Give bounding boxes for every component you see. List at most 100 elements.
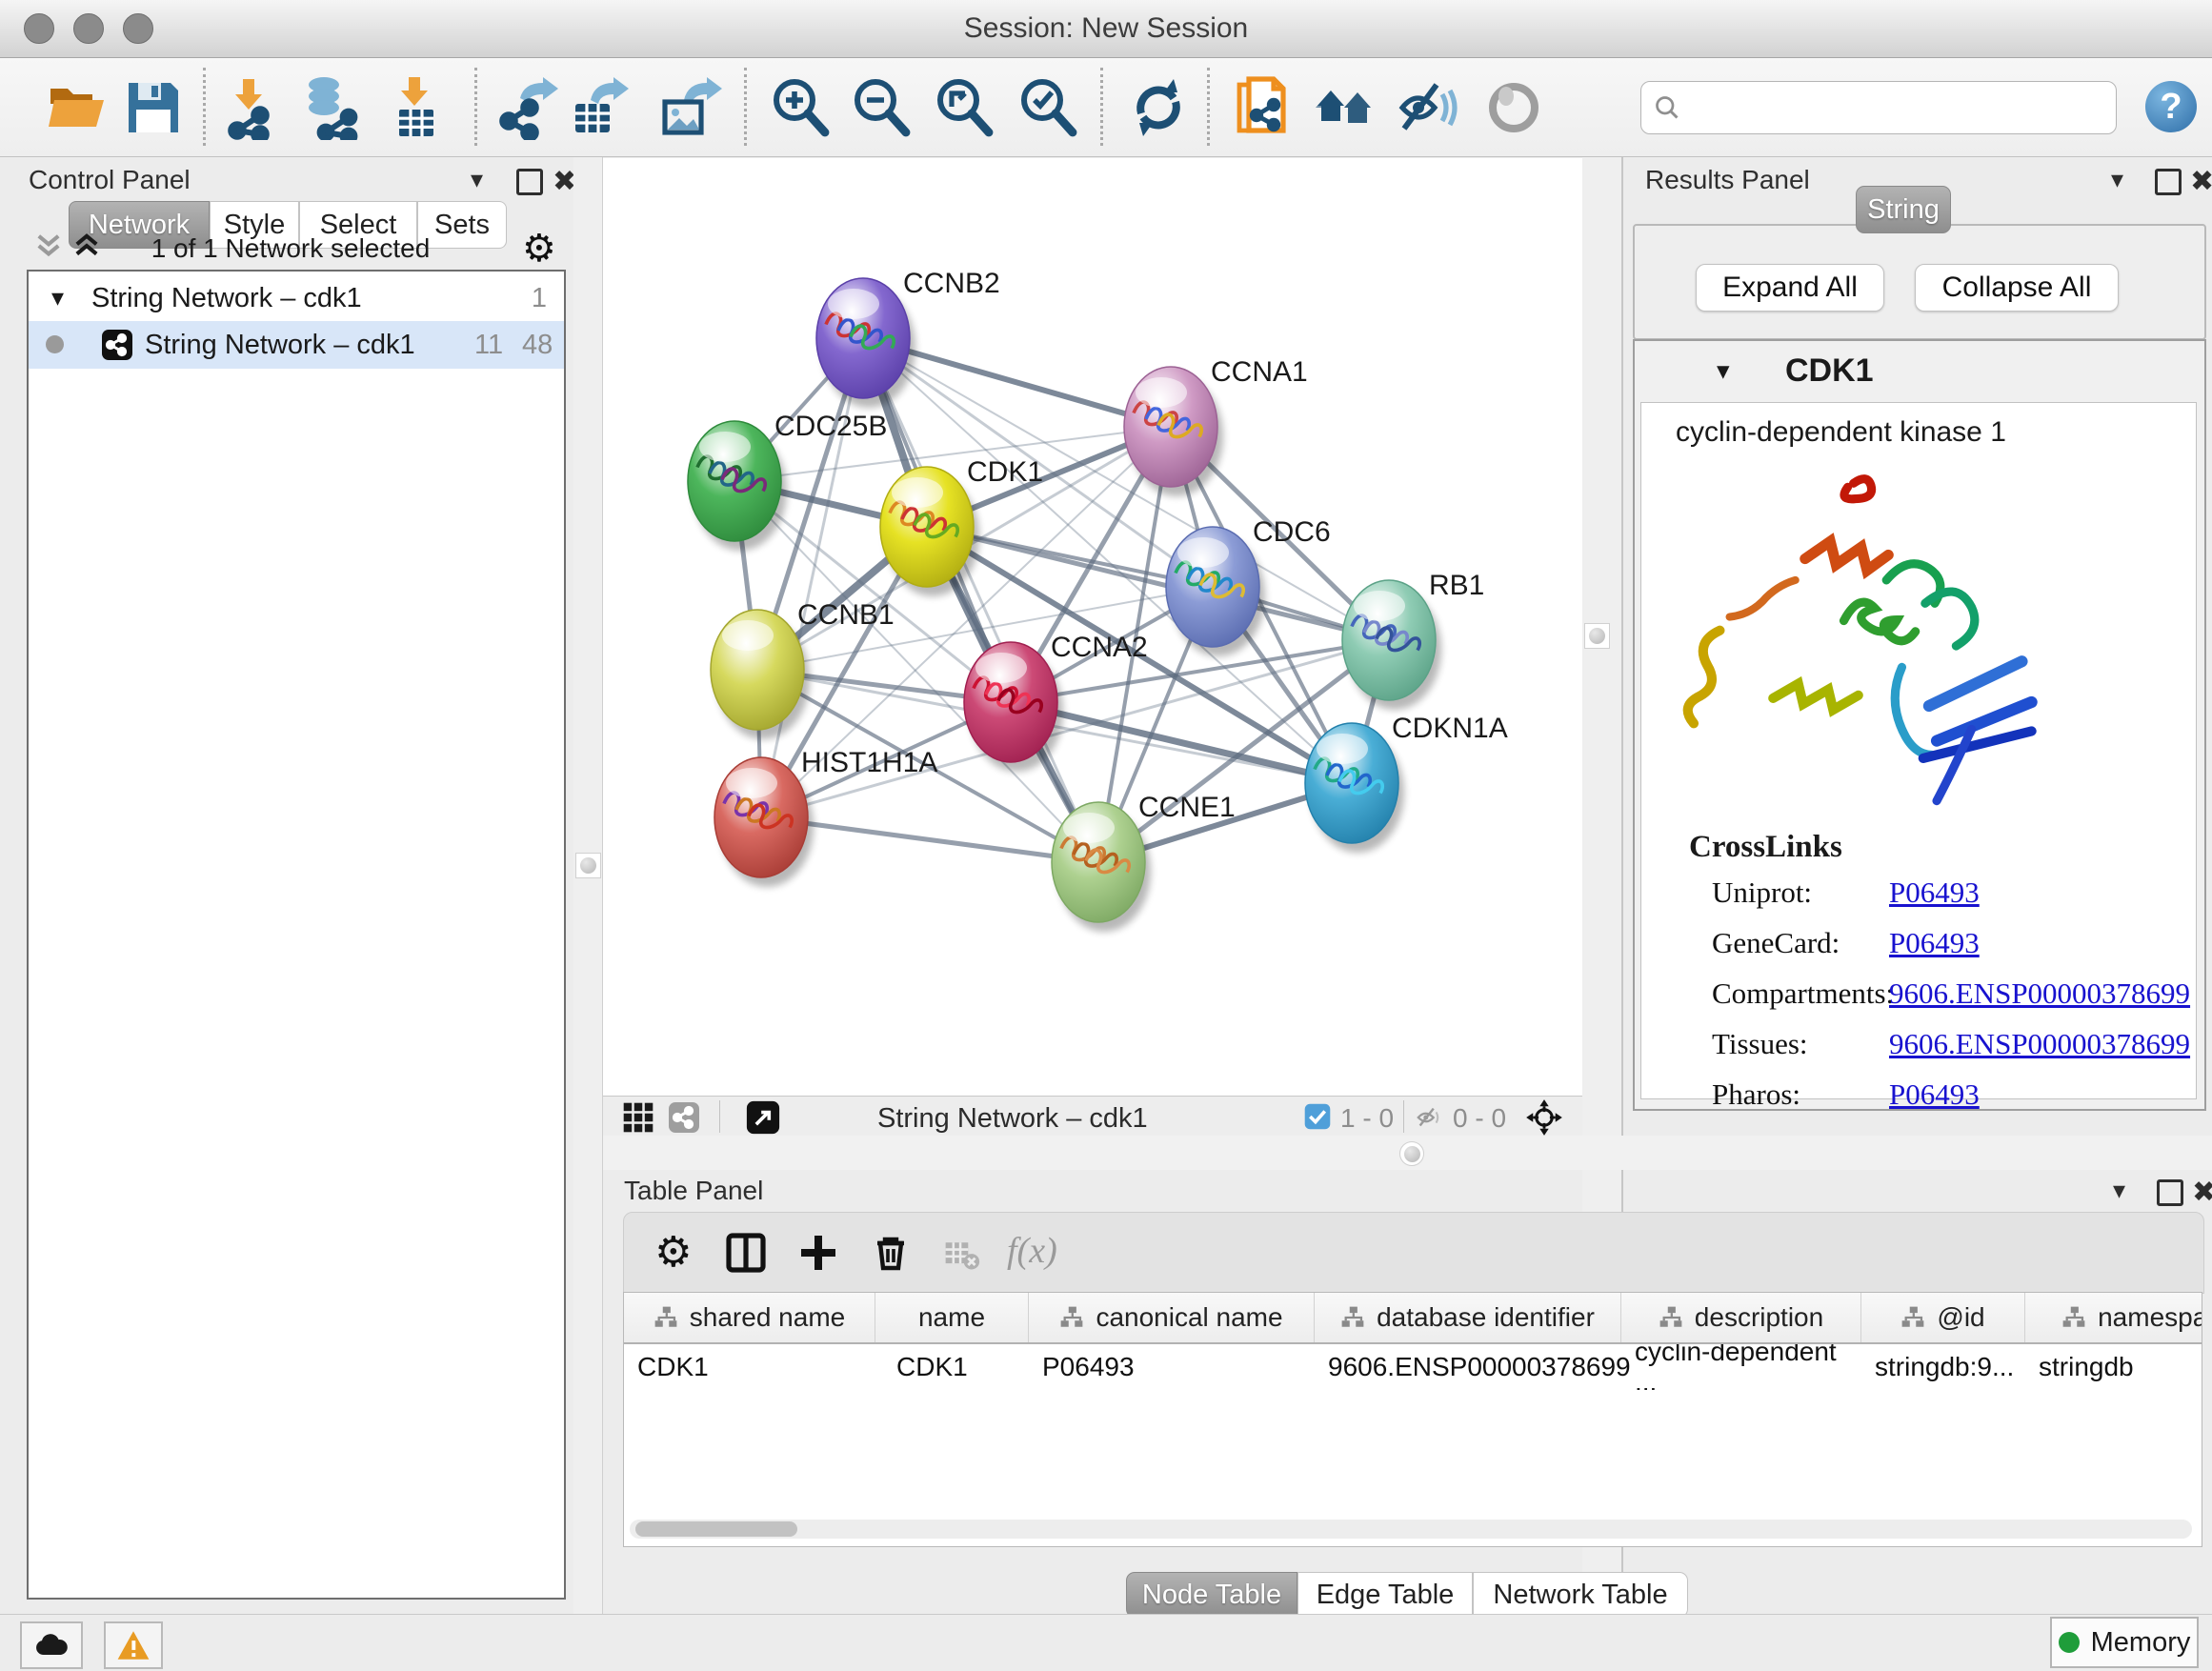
network-node-CDC6[interactable]: CDC6 — [1166, 516, 1331, 656]
network-options-gear-icon[interactable]: ⚙ — [522, 230, 556, 268]
network-node-CDKN1A[interactable]: CDKN1A — [1305, 713, 1508, 853]
collapse-all-button[interactable]: Collapse All — [1915, 264, 2119, 312]
export-network-icon[interactable] — [497, 75, 562, 140]
import-network-file-icon[interactable] — [222, 75, 287, 140]
grid-view-icon[interactable] — [622, 1101, 654, 1134]
network-node-CCNB1[interactable]: CCNB1 — [711, 599, 895, 739]
delete-table-icon[interactable] — [942, 1236, 980, 1274]
export-image-icon[interactable] — [657, 75, 722, 140]
fit-content-crosshair-icon[interactable] — [1525, 1098, 1563, 1137]
crosslink-value-link[interactable]: P06493 — [1889, 926, 1980, 960]
column-header-namespace[interactable]: namespace — [2025, 1293, 2202, 1342]
crosslink-row: GeneCard:P06493 — [1712, 926, 2169, 960]
network-node-CCNE1[interactable]: CCNE1 — [1052, 792, 1236, 932]
document-share-icon[interactable] — [1232, 75, 1297, 140]
panel-float-icon[interactable]: ▾ — [471, 165, 483, 194]
network-node-count: 11 — [474, 330, 503, 361]
panel-undock-icon[interactable] — [2155, 169, 2182, 195]
add-column-icon[interactable] — [797, 1232, 839, 1274]
network-collection-row[interactable]: ▾ String Network – cdk1 1 — [29, 275, 564, 321]
hide-graphics-details-icon[interactable] — [1395, 75, 1459, 140]
search-input[interactable] — [1640, 81, 2117, 134]
table-cell[interactable]: stringdb:9... — [1861, 1344, 2025, 1390]
network-node-HIST1H1A[interactable]: HIST1H1A — [714, 747, 937, 887]
tab-string[interactable]: String — [1856, 186, 1951, 233]
window-title: Session: New Session — [0, 12, 2212, 45]
column-header-name[interactable]: name — [875, 1293, 1029, 1342]
grey-orb-icon[interactable] — [1481, 75, 1546, 140]
delete-column-icon[interactable] — [870, 1232, 912, 1274]
panel-float-icon[interactable]: ▾ — [2111, 165, 2123, 194]
crosslink-value-link[interactable]: P06493 — [1889, 1077, 1980, 1112]
home-networks-icon[interactable] — [1314, 75, 1378, 140]
network-view-icon[interactable] — [668, 1101, 700, 1134]
table-header-row: shared namenamecanonical namedatabase id… — [624, 1293, 2202, 1344]
network-edge-CCNB2-CCNE1[interactable] — [863, 338, 1098, 862]
expand-all-button[interactable]: Expand All — [1696, 264, 1884, 312]
splitter-handle[interactable] — [1399, 1141, 1424, 1166]
panel-undock-icon[interactable] — [516, 169, 543, 195]
panel-undock-icon[interactable] — [2157, 1179, 2183, 1206]
cloud-status-button[interactable] — [20, 1621, 83, 1669]
function-builder-icon[interactable]: f(x) — [1007, 1230, 1057, 1272]
import-table-icon[interactable] — [384, 75, 449, 140]
table-cell[interactable]: cyclin-dependent ... — [1621, 1344, 1861, 1390]
export-table-icon[interactable] — [568, 75, 633, 140]
tab-node-table[interactable]: Node Table — [1126, 1572, 1297, 1618]
warnings-button[interactable] — [104, 1621, 163, 1669]
panel-close-icon[interactable]: ✖ — [2190, 165, 2212, 198]
column-header-canonical-name[interactable]: canonical name — [1029, 1293, 1315, 1342]
crosslink-row: Tissues:9606.ENSP00000378699 — [1712, 1027, 2169, 1061]
show-columns-icon[interactable] — [725, 1232, 767, 1274]
crosslink-value-link[interactable]: 9606.ENSP00000378699 — [1889, 976, 2190, 1011]
column-header-database-identifier[interactable]: database identifier — [1315, 1293, 1621, 1342]
network-node-CDC25B[interactable]: CDC25B — [688, 411, 887, 551]
table-row[interactable]: CDK1CDK1P064939606.ENSP00000378699cyclin… — [624, 1344, 2202, 1390]
table-cell[interactable]: stringdb — [2025, 1344, 2202, 1390]
crosslink-value-link[interactable]: P06493 — [1889, 876, 1980, 910]
zoom-out-icon[interactable] — [849, 75, 914, 140]
zoom-in-icon[interactable] — [768, 75, 833, 140]
gene-expander-icon[interactable]: ▾ — [1717, 356, 1730, 386]
table-cell[interactable]: 9606.ENSP00000378699 — [1315, 1344, 1621, 1390]
network-canvas[interactable]: CCNB2 CCNA1 CDC25B CDK1 CDC6 — [603, 158, 1582, 1096]
horizontal-scrollbar[interactable] — [630, 1520, 2192, 1539]
vertical-splitter-left[interactable] — [573, 157, 603, 1614]
splitter-handle[interactable] — [575, 853, 601, 878]
collection-expander-icon[interactable]: ▾ — [51, 283, 64, 312]
network-row-selected[interactable]: String Network – cdk1 11 48 — [29, 321, 564, 369]
horizontal-splitter[interactable] — [603, 1136, 2212, 1170]
network-node-CCNA1[interactable]: CCNA1 — [1124, 356, 1308, 496]
open-session-icon[interactable] — [45, 75, 110, 140]
selected-checkbox-icon[interactable] — [1304, 1103, 1331, 1130]
memory-button[interactable]: Memory — [2050, 1617, 2199, 1668]
network-node-CCNA2[interactable]: CCNA2 — [964, 632, 1148, 772]
table-options-gear-icon[interactable]: ⚙ — [654, 1232, 692, 1274]
zoom-selected-icon[interactable] — [1016, 75, 1080, 140]
refresh-icon[interactable] — [1126, 75, 1191, 140]
splitter-handle[interactable] — [1584, 623, 1610, 649]
tab-network-table[interactable]: Network Table — [1473, 1572, 1688, 1618]
scrollbar-thumb[interactable] — [635, 1521, 797, 1537]
column-header-description[interactable]: description — [1621, 1293, 1861, 1342]
crosslink-value-link[interactable]: 9606.ENSP00000378699 — [1889, 1027, 2190, 1061]
toolbar-separator — [474, 68, 477, 146]
import-network-database-icon[interactable] — [299, 75, 364, 140]
crosslink-label: Uniprot: — [1712, 876, 1889, 910]
panel-close-icon[interactable]: ✖ — [2192, 1176, 2212, 1209]
zoom-fit-icon[interactable] — [932, 75, 996, 140]
table-cell[interactable]: P06493 — [1029, 1344, 1315, 1390]
panel-float-icon[interactable]: ▾ — [2113, 1176, 2125, 1205]
network-node-RB1[interactable]: RB1 — [1342, 570, 1484, 710]
column-header-shared-name[interactable]: shared name — [624, 1293, 875, 1342]
table-cell[interactable]: CDK1 — [875, 1344, 1029, 1390]
column-header--id[interactable]: @id — [1861, 1293, 2025, 1342]
help-button[interactable]: ? — [2145, 81, 2197, 132]
collection-count: 1 — [532, 283, 547, 314]
save-session-icon[interactable] — [121, 75, 186, 140]
table-cell[interactable]: CDK1 — [624, 1344, 875, 1390]
open-view-icon[interactable] — [746, 1100, 780, 1135]
network-node-CDK1[interactable]: CDK1 — [880, 456, 1043, 596]
network-node-CCNB2[interactable]: CCNB2 — [816, 268, 1000, 408]
tab-edge-table[interactable]: Edge Table — [1297, 1572, 1473, 1618]
